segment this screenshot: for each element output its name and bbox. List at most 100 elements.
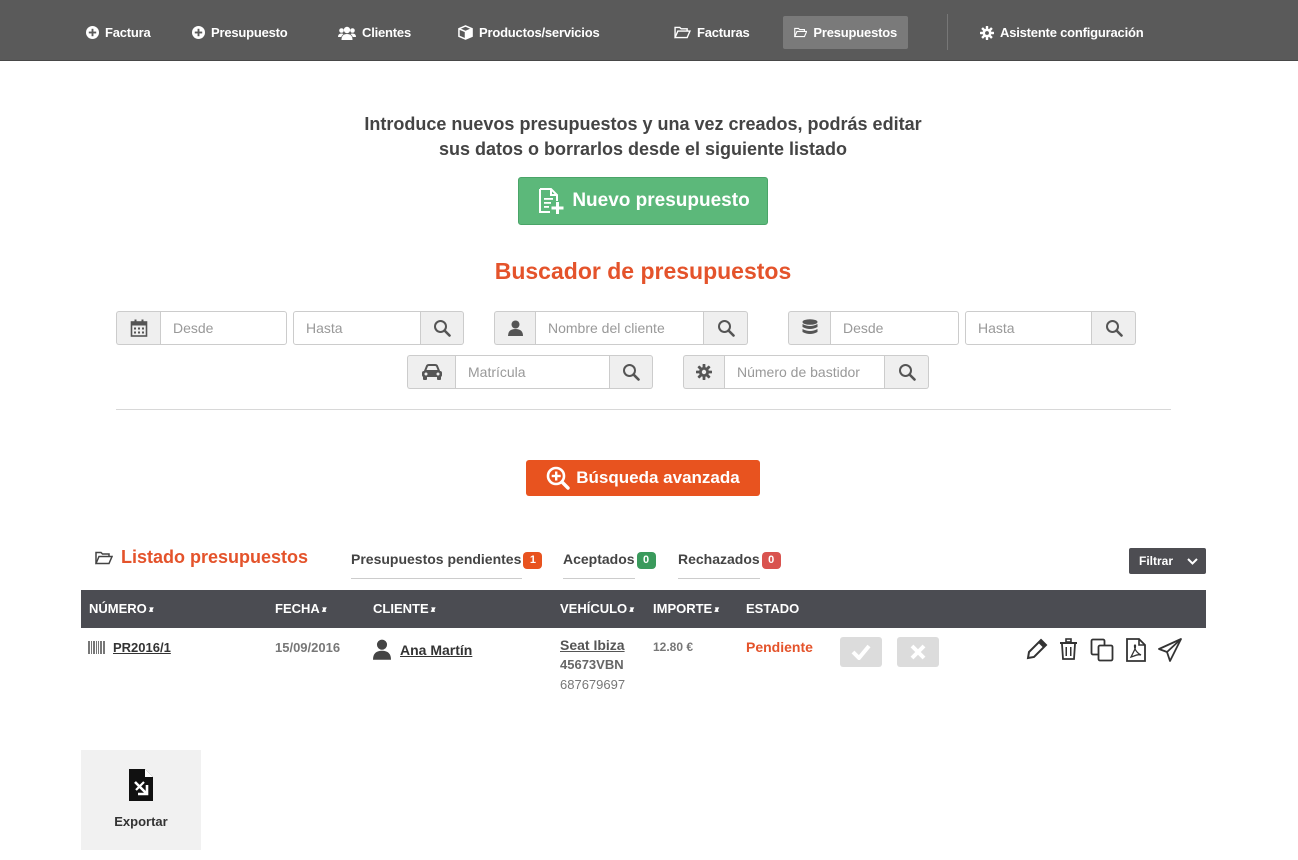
- database-icon-addon: [788, 311, 830, 345]
- tab-rejected[interactable]: Rechazados 0: [678, 551, 781, 579]
- budget-number-link[interactable]: PR2016/1: [113, 640, 171, 655]
- export-label: Exportar: [114, 814, 168, 829]
- new-budget-label: Nuevo presupuesto: [572, 190, 750, 211]
- date-search-button[interactable]: [421, 311, 464, 345]
- nav-item-label: Presupuesto: [211, 25, 288, 40]
- column-header-amount[interactable]: IMPORTE ▴▾: [653, 590, 719, 628]
- date-cell: 15/09/2016: [275, 640, 341, 655]
- client-search-group: [494, 311, 748, 345]
- amount-search-button[interactable]: [1092, 311, 1136, 345]
- sort-icon: ▴▾: [629, 604, 634, 614]
- vehicle-plate: 45673VBN: [560, 657, 624, 672]
- search-icon: [434, 320, 451, 337]
- accept-button[interactable]: [840, 637, 882, 667]
- rejected-count-badge: 0: [761, 552, 781, 569]
- column-header-client[interactable]: CLIENTE ▴▾: [373, 590, 436, 628]
- search-title: Buscador de presupuestos: [494, 258, 792, 284]
- amount-from-input[interactable]: [830, 311, 959, 345]
- car-icon: [421, 363, 442, 380]
- copy-icon[interactable]: [1090, 638, 1115, 662]
- database-icon: [802, 319, 817, 334]
- table-header: NÚMERO ▴▾ FECHA ▴▾ CLIENTE ▴▾ VEHÍCULO ▴▾ IM…: [81, 590, 1206, 628]
- pending-count-badge: 1: [523, 552, 543, 569]
- edit-icon[interactable]: [1026, 638, 1048, 660]
- search-icon: [898, 364, 916, 381]
- nav-item-presupuesto[interactable]: Presupuesto: [182, 16, 298, 49]
- intro-text: Introduce nuevos presupuestos y una vez …: [300, 112, 986, 162]
- nav-item-label: Productos/servicios: [479, 25, 600, 40]
- export-file-icon: [129, 769, 153, 801]
- user-icon-addon: [494, 311, 535, 345]
- plus-circle-icon: [86, 26, 99, 39]
- list-title-text: Listado presupuestos: [121, 547, 309, 567]
- date-to-group: [293, 311, 464, 345]
- nav-item-productos[interactable]: Productos/servicios: [448, 16, 609, 49]
- nav-item-clientes[interactable]: Clientes: [328, 16, 421, 49]
- plate-input[interactable]: [455, 355, 610, 389]
- nav-item-presupuestos[interactable]: Presupuestos: [783, 16, 908, 49]
- date-search-group: [116, 311, 287, 345]
- chassis-number-input[interactable]: [724, 355, 885, 389]
- reject-button[interactable]: [897, 637, 939, 667]
- client-search-button[interactable]: [704, 311, 748, 345]
- folder-open-icon: [794, 27, 808, 38]
- amount-search-group: [788, 311, 959, 345]
- calendar-icon-addon: [116, 311, 160, 345]
- users-icon: [338, 26, 356, 40]
- folder-open-icon: [674, 26, 691, 39]
- client-name-input[interactable]: [535, 311, 704, 345]
- sort-icon: ▴▾: [148, 604, 154, 614]
- client-cell: Ana Martín: [373, 639, 472, 660]
- nav-item-label: Clientes: [362, 25, 411, 40]
- column-header-date[interactable]: FECHA ▴▾: [275, 590, 327, 628]
- vehicle-model-link[interactable]: Seat Ibiza: [560, 635, 625, 655]
- chassis-search-button[interactable]: [885, 355, 929, 389]
- status-cell: Pendiente: [746, 639, 813, 655]
- date-from-input[interactable]: [160, 311, 287, 345]
- filter-dropdown-button[interactable]: Filtrar: [1129, 548, 1206, 574]
- column-header-number[interactable]: NÚMERO ▴▾: [89, 590, 154, 628]
- chevron-down-icon: [1187, 557, 1198, 565]
- section-divider: [116, 409, 1171, 410]
- number-cell: PR2016/1: [88, 640, 171, 655]
- gear-icon: [980, 25, 994, 40]
- advanced-search-button[interactable]: Búsqueda avanzada: [526, 460, 760, 496]
- vehicle-cell: Seat Ibiza 45673VBN 687679697: [560, 635, 625, 695]
- user-icon: [507, 320, 523, 336]
- nav-item-factura[interactable]: Factura: [76, 16, 161, 49]
- plate-search-group: [407, 355, 653, 389]
- calendar-icon: [130, 319, 147, 337]
- client-name-link[interactable]: Ana Martín: [400, 642, 472, 658]
- list-title: Listado presupuestos: [95, 547, 308, 568]
- plate-search-button[interactable]: [610, 355, 653, 389]
- amount-to-group: [965, 311, 1136, 345]
- filter-label: Filtrar: [1139, 554, 1174, 568]
- amount-cell: 12.80 €: [653, 640, 694, 654]
- tab-pending[interactable]: Presupuestos pendientes 1: [351, 551, 543, 579]
- user-icon: [373, 639, 391, 660]
- column-header-vehicle[interactable]: VEHÍCULO ▴▾: [560, 590, 634, 628]
- sort-icon: ▴▾: [321, 604, 327, 614]
- nav-item-asistente[interactable]: Asistente configuración: [970, 16, 1153, 49]
- sort-icon: ▴▾: [430, 604, 436, 614]
- amount-to-input[interactable]: [965, 311, 1092, 345]
- tab-accepted[interactable]: Aceptados 0: [563, 551, 656, 579]
- pdf-icon[interactable]: [1126, 638, 1146, 662]
- column-header-status: ESTADO: [746, 601, 800, 616]
- trash-icon[interactable]: [1059, 638, 1078, 660]
- vehicle-phone: 687679697: [560, 677, 626, 692]
- barcode-icon: [88, 641, 105, 654]
- folder-open-icon: [95, 551, 113, 564]
- send-icon[interactable]: [1158, 638, 1183, 662]
- nav-divider: [947, 14, 948, 50]
- nav-item-label: Presupuestos: [813, 25, 897, 40]
- date-to-input[interactable]: [293, 311, 421, 345]
- export-button[interactable]: Exportar: [81, 750, 201, 850]
- gear-icon-addon: [683, 355, 724, 389]
- tab-label: Rechazados: [678, 551, 760, 567]
- nav-item-facturas[interactable]: Facturas: [664, 16, 760, 49]
- new-budget-button[interactable]: Nuevo presupuesto: [518, 177, 768, 225]
- intro-line-1: Introduce nuevos presupuestos y una vez …: [364, 114, 922, 134]
- accepted-count-badge: 0: [636, 552, 656, 569]
- chassis-search-group: [683, 355, 929, 389]
